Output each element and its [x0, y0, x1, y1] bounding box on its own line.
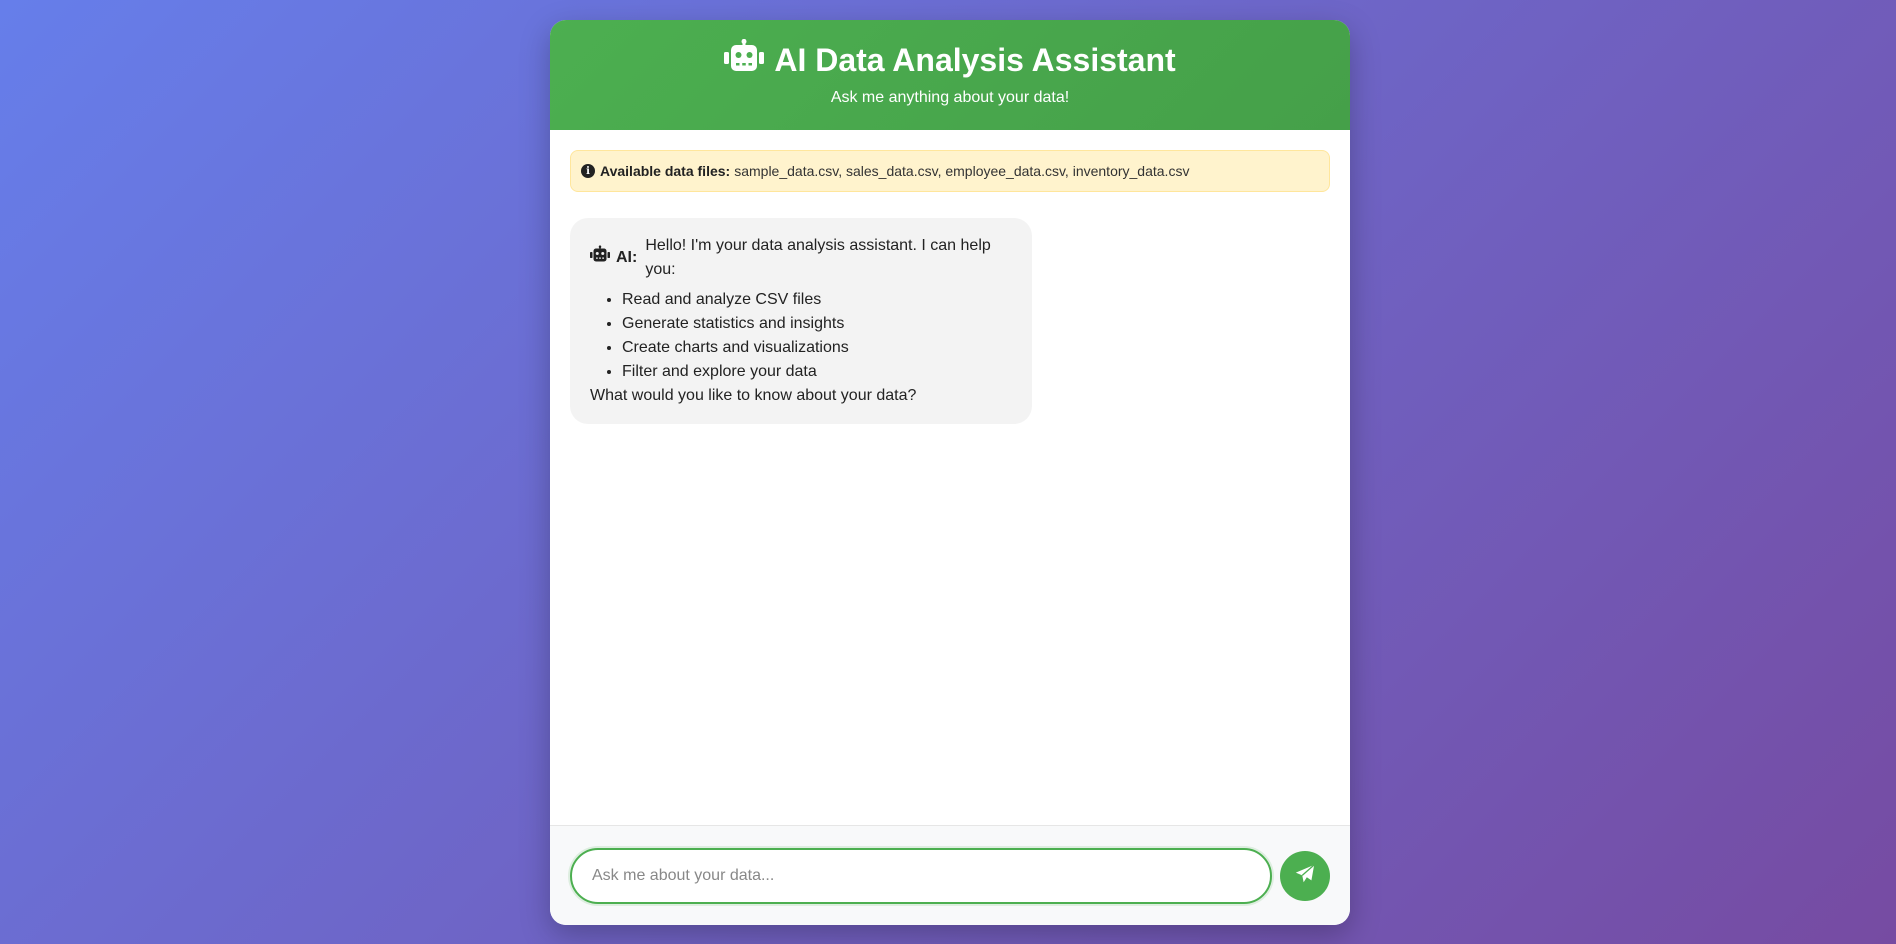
message-sender: AI: — [616, 249, 638, 266]
available-files-label: Available data files: — [600, 163, 731, 179]
capability-list: Read and analyze CSV files Generate stat… — [590, 288, 1012, 384]
message-intro-line: AI: Hello! I'm your data analysis assist… — [590, 234, 1012, 282]
robot-icon — [724, 39, 765, 81]
list-item: Generate statistics and insights — [622, 312, 1012, 336]
ai-message: AI: Hello! I'm your data analysis assist… — [570, 218, 1032, 424]
available-files-list: sample_data.csv, sales_data.csv, employe… — [734, 163, 1190, 179]
page-title: AI Data Analysis Assistant — [550, 39, 1350, 81]
header-title-text: AI Data Analysis Assistant — [774, 41, 1176, 78]
list-item: Filter and explore your data — [622, 360, 1012, 384]
robot-icon — [590, 245, 612, 271]
chat-header: AI Data Analysis Assistant Ask me anythi… — [550, 20, 1350, 130]
list-item: Read and analyze CSV files — [622, 288, 1012, 312]
message-closing: What would you like to know about your d… — [590, 387, 917, 404]
send-button[interactable] — [1280, 850, 1330, 901]
info-circle-icon: i — [581, 164, 595, 178]
header-subtitle: Ask me anything about your data! — [830, 89, 1070, 106]
chat-container: AI Data Analysis Assistant Ask me anythi… — [550, 20, 1350, 925]
available-files-banner: i Available data files: sample_data.csv,… — [570, 150, 1330, 192]
message-intro: Hello! I'm your data analysis assistant.… — [645, 237, 991, 278]
chat-input-bar — [550, 825, 1350, 925]
chat-input[interactable] — [570, 847, 1272, 904]
paper-plane-icon — [1294, 863, 1316, 888]
list-item: Create charts and visualizations — [622, 336, 1012, 360]
chat-messages: i Available data files: sample_data.csv,… — [550, 130, 1350, 825]
